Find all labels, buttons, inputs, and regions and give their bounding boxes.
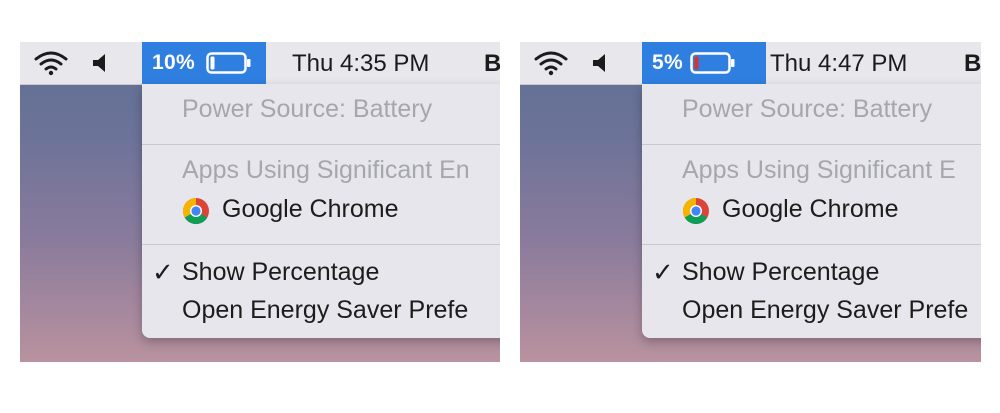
wifi-icon[interactable] [534,50,568,76]
battery-menu-item[interactable]: 5% [642,42,766,84]
screenshot-left: 10% Thu 4:35 PM B Power Source: Battery … [20,42,500,362]
apps-using-energy-header: Apps Using Significant En [182,156,470,184]
checkmark-icon: ✓ [652,257,674,287]
volume-icon[interactable] [90,52,112,74]
menu-separator [142,244,500,245]
app-name: Google Chrome [222,195,399,223]
battery-dropdown-menu: Power Source: Battery Apps Using Signifi… [142,84,500,338]
user-menu[interactable]: B [964,50,981,78]
power-source-item: Power Source: Battery [182,95,433,123]
menu-bar: 5% Thu 4:47 PM B [520,42,981,85]
wifi-icon[interactable] [34,50,68,76]
user-menu[interactable]: B [484,50,500,78]
chrome-icon [182,197,209,225]
app-name: Google Chrome [722,195,899,223]
show-percentage-item[interactable]: Show Percentage [182,258,379,287]
apps-using-energy-header: Apps Using Significant E [682,156,956,184]
battery-level-fill [694,56,699,70]
battery-icon [206,52,251,74]
checkmark-icon: ✓ [152,257,174,287]
battery-dropdown-menu: Power Source: Battery Apps Using Signifi… [642,84,981,338]
chrome-icon [682,197,709,225]
battery-percentage: 5% [652,51,683,74]
battery-icon [690,52,735,74]
screenshot-right: 5% Thu 4:47 PM B Power Source: Battery A… [520,42,981,362]
menu-separator [142,144,500,145]
battery-menu-item[interactable]: 10% [142,42,266,84]
menu-bar: 10% Thu 4:35 PM B [20,42,500,85]
menu-separator [642,244,981,245]
clock[interactable]: Thu 4:35 PM [292,50,429,78]
power-source-item: Power Source: Battery [682,95,933,123]
show-percentage-item[interactable]: Show Percentage [682,258,879,287]
battery-level-fill [210,56,215,70]
clock[interactable]: Thu 4:47 PM [770,50,907,78]
battery-percentage: 10% [152,51,195,74]
open-energy-saver-item[interactable]: Open Energy Saver Prefe [682,296,968,325]
volume-icon[interactable] [590,52,612,74]
open-energy-saver-item[interactable]: Open Energy Saver Prefe [182,296,468,325]
menu-separator [642,144,981,145]
